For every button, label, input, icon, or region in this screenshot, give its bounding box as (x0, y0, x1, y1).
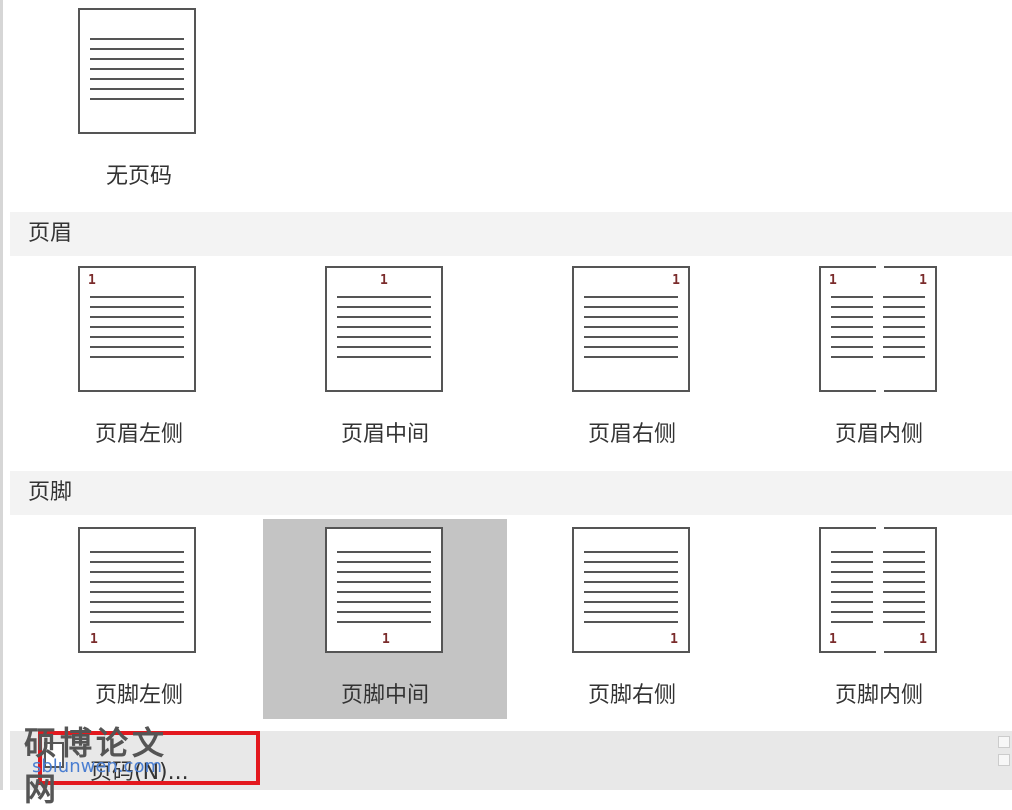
page-number-glyph: 1 (382, 632, 390, 647)
option-caption: 页脚中间 (340, 683, 429, 708)
option-caption: 页眉内侧 (834, 422, 923, 447)
option-header-right[interactable]: 1 页眉右侧 (510, 258, 754, 458)
page-thumbnail-icon (78, 8, 196, 134)
page-number-glyph: 1 (672, 273, 680, 288)
watermark-logo: 硕博论文网 sblunwen.com (24, 718, 194, 808)
page-number-glyph: 1 (919, 632, 927, 647)
page-number-glyph: 1 (670, 632, 678, 647)
option-footer-right[interactable]: 1 页脚右侧 (510, 519, 754, 719)
option-caption: 页脚右侧 (587, 683, 676, 708)
option-caption: 页脚左侧 (94, 683, 183, 708)
page-number-glyph: 1 (829, 273, 837, 288)
option-caption: 页眉中间 (340, 422, 429, 447)
option-footer-left[interactable]: 1 页脚左侧 (17, 519, 261, 719)
page-thumbnail-icon: 1 (572, 266, 690, 392)
page-number-glyph: 1 (829, 632, 837, 647)
page-thumbnail-icon: 1 (572, 527, 690, 653)
option-caption: 页眉左侧 (94, 422, 183, 447)
page-number-glyph: 1 (380, 273, 388, 288)
option-caption: 页眉右侧 (587, 422, 676, 447)
option-no-page-number[interactable]: 无页码 (17, 0, 261, 200)
option-header-center[interactable]: 1 页眉中间 (263, 258, 507, 458)
page-thumbnail-icon: 1 (325, 527, 443, 653)
page-thumbnail-icon: 1 (325, 266, 443, 392)
page-number-glyph: 1 (88, 273, 96, 288)
page-number-glyph: 1 (919, 273, 927, 288)
option-header-inside[interactable]: 1 1 页眉内侧 (757, 258, 1001, 458)
watermark-url: sblunwen.com (32, 756, 162, 777)
page-thumbnail-icon: 1 (78, 266, 196, 392)
page-thumbnail-icon: 1 (78, 527, 196, 653)
scrollbar[interactable] (998, 736, 1010, 776)
section-header-top: 页眉 (10, 212, 1012, 256)
option-footer-inside[interactable]: 1 1 页脚内侧 (757, 519, 1001, 719)
panel-left-border (0, 0, 3, 790)
section-header-bottom: 页脚 (10, 471, 1012, 515)
option-footer-center[interactable]: 1 页脚中间 (263, 519, 507, 719)
page-number-glyph: 1 (90, 632, 98, 647)
page-thumbnail-icon: 1 1 (819, 265, 937, 393)
option-header-left[interactable]: 1 页眉左侧 (17, 258, 261, 458)
option-caption: 页脚内侧 (834, 683, 923, 708)
option-caption: 无页码 (105, 164, 172, 189)
page-thumbnail-icon: 1 1 (819, 526, 937, 654)
